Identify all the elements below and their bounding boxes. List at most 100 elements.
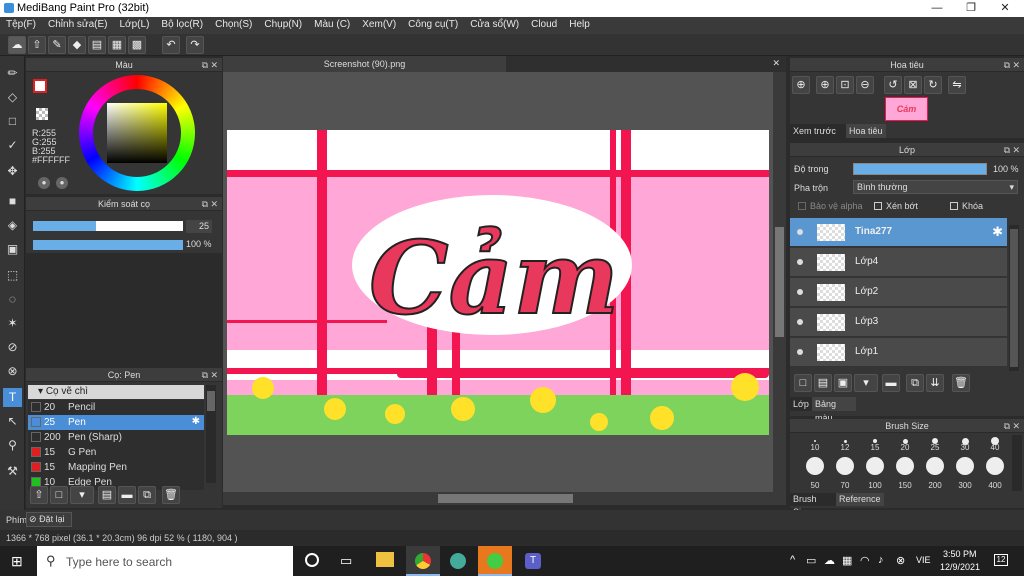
blend-mode-select[interactable]: Bình thường ▾	[853, 180, 1018, 194]
palette-icon[interactable]: ●	[38, 177, 50, 189]
artwork-canvas[interactable]: Cảm Tina277 Hoidap247	[227, 130, 769, 435]
speech-icon[interactable]: ◆	[68, 36, 86, 54]
popout-icon[interactable]: ⧉	[202, 58, 208, 72]
chrome-taskbar-button[interactable]	[406, 546, 440, 576]
gear-icon[interactable]: ✱	[192, 416, 200, 427]
page-icon[interactable]: ▤	[88, 36, 106, 54]
volume-icon[interactable]: ♪	[878, 554, 884, 566]
visibility-icon[interactable]	[797, 289, 803, 295]
brush-size-dot[interactable]	[836, 457, 854, 475]
zoom-in-icon[interactable]: ⊕	[792, 76, 810, 94]
menu-view[interactable]: Xem(V)	[362, 17, 403, 34]
canvas-area[interactable]: Cảm Tina277 Hoidap247	[223, 72, 786, 492]
canvas-vertical-scrollbar[interactable]	[773, 72, 786, 492]
gradient-tool-icon[interactable]: ▣	[3, 240, 22, 259]
tab-palette[interactable]: Bảng màu	[812, 397, 856, 423]
redo-icon[interactable]: ↷	[186, 36, 204, 54]
menu-file[interactable]: Tệp(F)	[6, 17, 43, 34]
layer-row[interactable]: Lớp4	[790, 248, 1007, 277]
protect-alpha-checkbox[interactable]	[798, 202, 806, 210]
hue-wheel[interactable]	[79, 75, 195, 191]
language-indicator[interactable]: VIE	[916, 555, 931, 565]
medibang-taskbar-button[interactable]	[478, 546, 512, 576]
layer-row[interactable]: Lớp1	[790, 338, 1007, 367]
select-eraser-tool-icon[interactable]: ⊗	[3, 362, 22, 381]
cloud-brush-icon[interactable]: ⇧	[30, 486, 48, 504]
fit-icon[interactable]: ⊡	[836, 76, 854, 94]
brush-settings-icon[interactable]: ▤	[98, 486, 116, 504]
menu-tools[interactable]: Công cụ(T)	[408, 17, 465, 34]
brush-size-dot[interactable]	[806, 457, 824, 475]
zoom-out-icon[interactable]: ⊖	[856, 76, 874, 94]
rotate-right-icon[interactable]: ↻	[924, 76, 942, 94]
text-tool-icon[interactable]: T	[3, 388, 22, 407]
lock-checkbox[interactable]	[950, 202, 958, 210]
brush-item[interactable]: 25 Pen ✱	[28, 415, 204, 430]
brush-size-dot[interactable]	[986, 457, 1004, 475]
saturation-square[interactable]	[107, 103, 167, 163]
file-explorer-icon[interactable]	[376, 552, 394, 567]
network-icon[interactable]: ▦	[842, 554, 852, 567]
move-tool-icon[interactable]: ✥	[3, 162, 22, 181]
app-icon-green[interactable]	[450, 553, 466, 569]
popout-icon[interactable]: ⧉	[202, 368, 208, 382]
menu-window[interactable]: Cửa sổ(W)	[470, 17, 526, 34]
popout-icon[interactable]: ⧉	[1004, 143, 1010, 157]
close-panel-icon[interactable]: ✕	[210, 58, 218, 72]
brush-size-dot[interactable]	[956, 457, 974, 475]
document-tab[interactable]: Screenshot (90).png	[223, 56, 506, 72]
menu-help[interactable]: Help	[569, 17, 597, 34]
maximize-button[interactable]: ❐	[954, 0, 988, 17]
add-layer-dropdown-icon[interactable]: ▾	[854, 374, 878, 392]
menu-select[interactable]: Chọn(S)	[215, 17, 259, 34]
operation-tool-icon[interactable]: ↖	[3, 412, 22, 431]
close-button[interactable]: ✕	[988, 0, 1022, 17]
new-brush-icon[interactable]: □	[50, 486, 68, 504]
brush-size-dot[interactable]	[814, 440, 816, 442]
folder-icon[interactable]: ▬	[118, 486, 136, 504]
battery-icon[interactable]: ▭	[806, 554, 816, 567]
mixer-icon[interactable]: ●	[56, 177, 68, 189]
close-panel-icon[interactable]: ✕	[1012, 419, 1020, 433]
tile-icon[interactable]: ▩	[128, 36, 146, 54]
upload-icon[interactable]: ⇧	[28, 36, 46, 54]
rotate-left-icon[interactable]: ↺	[884, 76, 902, 94]
comment-icon[interactable]: ✎	[48, 36, 66, 54]
fit-screen-icon[interactable]: ⊠	[904, 76, 922, 94]
gear-icon[interactable]: ✱	[992, 224, 1003, 240]
close-panel-icon[interactable]: ✕	[1012, 58, 1020, 72]
tab-layer[interactable]: Lớp	[790, 397, 812, 411]
wifi-icon[interactable]: ◠	[860, 554, 870, 567]
canvas-horizontal-scrollbar[interactable]	[223, 492, 786, 505]
menu-layer[interactable]: Lớp(L)	[120, 17, 157, 34]
brush-list-scrollbar[interactable]	[206, 385, 216, 483]
eraser-tool-icon[interactable]: ◇	[3, 88, 22, 107]
tab-brush-size[interactable]: Brush Size	[790, 493, 836, 517]
close-panel-icon[interactable]: ✕	[1012, 143, 1020, 157]
visibility-icon[interactable]	[797, 349, 803, 355]
new-layer-icon[interactable]: ▤	[814, 374, 832, 392]
clipping-checkbox[interactable]	[874, 202, 882, 210]
tab-brush-preview[interactable]: Xem trước cọ	[790, 124, 846, 150]
brush-size-dot[interactable]	[866, 457, 884, 475]
new-layer-icon[interactable]: □	[794, 374, 812, 392]
hand-tool-icon[interactable]: ⚒	[3, 462, 22, 481]
layer-row[interactable]: Lớp3	[790, 308, 1007, 337]
clock-date[interactable]: 12/9/2021	[940, 562, 980, 572]
cloud-icon[interactable]: ☁	[8, 36, 26, 54]
cortana-icon[interactable]	[305, 553, 319, 567]
background-color-swatch[interactable]	[36, 108, 48, 120]
visibility-icon[interactable]	[797, 259, 803, 265]
flip-icon[interactable]: ⇋	[948, 76, 966, 94]
visibility-icon[interactable]	[797, 229, 803, 235]
zoom-in-icon[interactable]: ⊕	[816, 76, 834, 94]
rect-tool-icon[interactable]: □	[3, 112, 22, 131]
select-tool-icon[interactable]: ⬚	[3, 266, 22, 285]
bucket-tool-icon[interactable]: ◈	[3, 216, 22, 235]
chevron-up-icon[interactable]: ^	[790, 554, 795, 566]
fill-rect-tool-icon[interactable]: ■	[3, 192, 22, 211]
menu-edit[interactable]: Chỉnh sửa(E)	[48, 17, 115, 34]
minimize-button[interactable]: —	[920, 0, 954, 17]
brush-item[interactable]: 200 Pen (Sharp)	[28, 430, 204, 445]
cloud-tray-icon[interactable]: ☁	[824, 554, 835, 567]
